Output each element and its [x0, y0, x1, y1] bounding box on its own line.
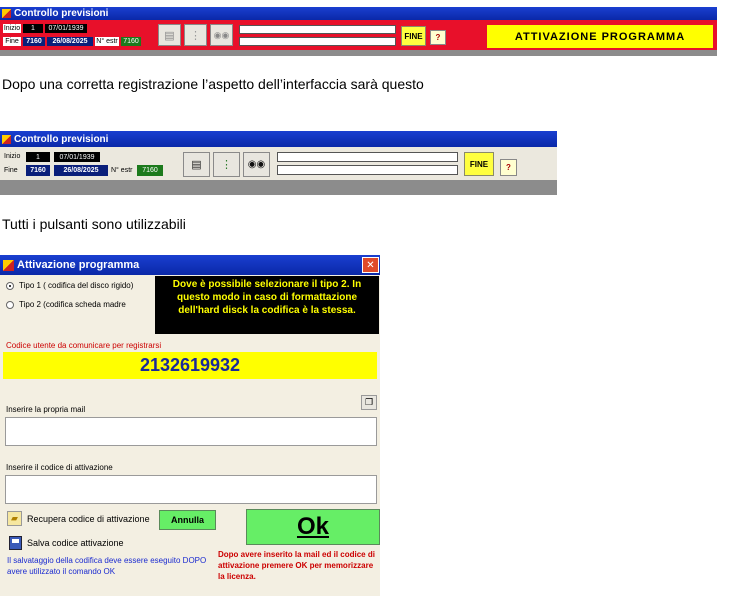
top-inizio-label: Inizio — [3, 24, 21, 33]
save-button[interactable] — [9, 536, 22, 550]
top-help-button[interactable]: ? — [430, 30, 446, 45]
ok-label: Ok — [296, 513, 329, 540]
dialog-titlebar: Attivazione programma — [0, 255, 380, 275]
radio-icon — [6, 300, 14, 309]
mid-inizio-date: 07/01/1939 — [54, 152, 100, 162]
top-progress-bar-1 — [239, 25, 396, 34]
top-nestr-label: N° estr — [95, 37, 119, 46]
dialog-title: Attivazione programma — [17, 259, 140, 271]
mid-fine-date: 26/08/2025 — [54, 165, 108, 176]
activation-code-input[interactable] — [5, 475, 377, 504]
prose-registration: Dopo una corretta registrazione l’aspett… — [2, 76, 424, 92]
mid-nestr-value: 7160 — [137, 165, 163, 176]
copy-button[interactable]: ❐ — [361, 395, 377, 410]
top-inizio-date: 07/01/1939 — [45, 24, 87, 33]
mid-fine-button[interactable]: FINE — [464, 152, 494, 176]
annulla-label: Annulla — [171, 515, 204, 525]
floppy-icon — [12, 539, 19, 543]
activation-label: Inserire il codice di attivazione — [6, 463, 113, 472]
prose-buttons: Tutti i pulsanti sono utilizzabili — [2, 216, 186, 232]
code-box: 2132619932 — [3, 352, 377, 379]
printer-icon: ▤ — [191, 159, 202, 171]
save-note: Il salvataggio della codifica deve esser… — [7, 556, 207, 576]
printer-icon: ▤ — [164, 29, 175, 42]
mail-label: Inserire la propria mail — [6, 405, 86, 414]
mid-tree-button[interactable]: ⋮ — [213, 152, 240, 177]
close-icon: ✕ — [366, 259, 375, 271]
recover-label: Recupera codice di attivazione — [27, 514, 150, 524]
mid-progress-bar-1 — [277, 152, 458, 162]
radio-icon — [6, 281, 14, 290]
mid-nestr-label: N° estr — [111, 167, 133, 174]
binoculars-icon: ◉◉ — [247, 159, 266, 170]
radio-tipo-2[interactable]: Tipo 2 (codifica scheda madre — [6, 300, 126, 309]
top-window-title: Controllo previsioni — [14, 8, 109, 19]
folder-open-icon: ▰ — [11, 513, 18, 523]
mid-progress-bar-2 — [277, 165, 458, 175]
mid-window-title: Controllo previsioni — [14, 133, 109, 145]
ok-note: Dopo avere inserito la mail ed il codice… — [218, 550, 375, 581]
top-print-button[interactable]: ▤ — [158, 24, 181, 46]
top-fine-date: 26/08/2025 — [47, 37, 93, 46]
mid-search-button[interactable]: ◉◉ — [243, 152, 270, 177]
activation-banner-text: ATTIVAZIONE PROGRAMMA — [514, 30, 686, 43]
top-progress-bar-2 — [239, 37, 396, 46]
top-status-strip — [0, 50, 717, 56]
top-nestr-value: 7160 — [121, 37, 141, 46]
info-text: Dove è possibile selezionare il tipo 2. … — [172, 279, 362, 316]
ok-button[interactable]: Ok — [246, 509, 380, 545]
radio-tipo-1[interactable]: Tipo 1 ( codifica del disco rigido) — [6, 281, 133, 290]
radio-tipo-1-label: Tipo 1 ( codifica del disco rigido) — [19, 281, 134, 290]
mid-print-button[interactable]: ▤ — [183, 152, 210, 177]
app-icon — [3, 259, 14, 271]
annulla-button[interactable]: Annulla — [159, 510, 216, 530]
copy-icon: ❐ — [364, 397, 374, 407]
top-window-titlebar: Controllo previsioni — [0, 7, 717, 20]
mid-fine-num: 7160 — [26, 165, 50, 176]
top-inizio-num: 1 — [23, 24, 43, 33]
tree-icon: ⋮ — [221, 159, 232, 171]
code-value: 2132619932 — [139, 355, 241, 375]
mid-fine-label: Fine — [4, 167, 18, 174]
top-fine-button[interactable]: FINE — [401, 26, 426, 46]
mid-status-strip — [0, 180, 557, 195]
mid-help-button[interactable]: ? — [500, 159, 517, 176]
info-box: Dove è possibile selezionare il tipo 2. … — [155, 276, 379, 334]
mail-input[interactable] — [5, 417, 377, 446]
activation-banner: ATTIVAZIONE PROGRAMMA — [487, 25, 713, 48]
app-icon — [2, 9, 11, 18]
app-icon — [2, 134, 11, 144]
save-label: Salva codice attivazione — [27, 538, 124, 548]
mid-inizio-num: 1 — [26, 152, 50, 162]
mid-window-titlebar: Controllo previsioni — [0, 131, 557, 147]
radio-tipo-2-label: Tipo 2 (codifica scheda madre — [19, 300, 126, 309]
top-fine-label: Fine — [3, 37, 21, 46]
recover-button[interactable]: ▰ — [7, 511, 22, 526]
top-search-button[interactable]: ◉◉ — [210, 24, 233, 46]
code-label: Codice utente da comunicare per registra… — [6, 341, 162, 350]
top-fine-num: 7160 — [23, 37, 45, 46]
dialog-close-button[interactable]: ✕ — [362, 257, 379, 273]
tree-icon: ⋮ — [190, 29, 201, 42]
mid-inizio-label: Inizio — [4, 153, 21, 160]
binoculars-icon: ◉◉ — [213, 29, 230, 40]
activation-dialog: Attivazione programma ✕ Tipo 1 ( codific… — [0, 255, 380, 596]
top-tree-button[interactable]: ⋮ — [184, 24, 207, 46]
